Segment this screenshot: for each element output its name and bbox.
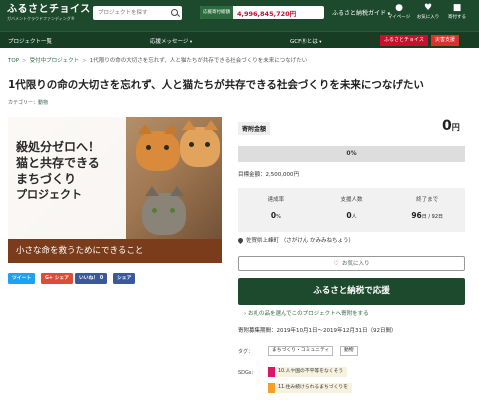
stat-achievement: 達成率 0% bbox=[238, 188, 314, 232]
search-input[interactable] bbox=[93, 6, 163, 20]
breadcrumb: TOP > 受付中プロジェクト >1代限りの命の大切さを忘れず、人と猫たちが共存できる… bbox=[8, 58, 308, 64]
hero-band-caption: 小さな命を救うためにできること bbox=[8, 239, 222, 263]
furusato-guide-menu[interactable]: ふるさと納税ガイド bbox=[332, 8, 390, 17]
category-label: カテゴリー： bbox=[8, 100, 39, 106]
total-donation-badge: 応援寄付総額 4,996,845,720円 bbox=[200, 6, 324, 19]
breadcrumb-current: 1代限りの命の大切さを忘れず、人と猫たちが共存できる社会づくりを未来につなげたい bbox=[89, 58, 308, 64]
search-icon[interactable] bbox=[171, 9, 178, 16]
kitten-orange-left bbox=[136, 124, 180, 171]
municipality-name: 佐賀県上峰町 （さがけん かみみねちょう） bbox=[246, 238, 354, 244]
list-icon: ■ bbox=[452, 3, 462, 13]
stat-label: 支援人数 bbox=[340, 197, 363, 203]
kitten-gray bbox=[142, 186, 186, 235]
sdgs-label: SDGs： bbox=[238, 370, 257, 376]
stat-label: 終了まで bbox=[416, 197, 439, 203]
mypage-link[interactable]: ● マイページ bbox=[385, 3, 413, 20]
nav-disaster-button[interactable]: 災害支援 bbox=[431, 35, 460, 46]
gplus-share-button[interactable]: G+ シェア bbox=[41, 273, 74, 284]
facebook-like-button[interactable]: いいね！ 0 bbox=[75, 273, 108, 284]
donate-list-link[interactable]: ■ 寄付する bbox=[443, 3, 471, 20]
sdg-11[interactable]: 11.住み続けられるまちづくりを bbox=[268, 383, 352, 393]
nav-messages[interactable]: 応援メッセージ bbox=[150, 37, 192, 45]
stat-value: 0% bbox=[270, 211, 281, 220]
nav-project-list[interactable]: プロジェクト一覧 bbox=[8, 37, 52, 45]
kitten-orange-right bbox=[180, 120, 220, 167]
tag-animals[interactable]: 動物 bbox=[340, 346, 358, 356]
funding-progress-bar: 0% bbox=[238, 146, 465, 162]
category: カテゴリー：動物 bbox=[8, 99, 48, 106]
total-donation-label: 応援寄付総額 bbox=[200, 6, 233, 19]
favorites-link[interactable]: ♥ お気に入り bbox=[414, 3, 442, 20]
tags-label: タグ： bbox=[238, 349, 254, 355]
logo-sub-text: ガバメントクラウドファンディング® bbox=[7, 16, 75, 21]
hero-line-2: 猫と共存できる bbox=[16, 156, 100, 170]
page-title: 1代限りの命の大切さを忘れず、人と猫たちが共存できる社会づくりを未来につなげたい bbox=[8, 79, 424, 91]
sdg-10-text: 10.人や国の不平等をなくそう bbox=[278, 369, 344, 374]
funding-progress-text: 0% bbox=[346, 150, 357, 157]
nav-about-gcf[interactable]: GCFⓇとは bbox=[290, 37, 321, 45]
favorites-label: お気に入り bbox=[416, 15, 440, 20]
donation-amount-unit: 円 bbox=[451, 123, 460, 132]
donate-button[interactable]: ふるさと納税で応援 bbox=[238, 278, 465, 305]
stat-days-left: 終了まで 96日 / 92日 bbox=[389, 188, 465, 232]
tag-community[interactable]: まちづくり・コミュニティ bbox=[268, 346, 334, 356]
breadcrumb-active-projects[interactable]: 受付中プロジェクト bbox=[30, 58, 80, 64]
facebook-share-button[interactable]: シェア bbox=[113, 273, 136, 284]
tweet-button[interactable]: ツイート bbox=[8, 273, 36, 284]
donate-list-label: 寄付する bbox=[448, 15, 466, 20]
funding-stats: 達成率 0% 支援人数 0人 終了まで 96日 / 92日 bbox=[238, 188, 465, 232]
donation-amount: 0円 bbox=[442, 118, 460, 134]
stat-supporters: 支援人数 0人 bbox=[314, 188, 390, 232]
location-pin-icon bbox=[236, 236, 245, 245]
sdg-10[interactable]: 10.人や国の不平等をなくそう bbox=[268, 367, 348, 377]
site-header: ふるさとチョイス ガバメントクラウドファンディング® 応援寄付総額 4,996,… bbox=[0, 0, 479, 31]
search-box[interactable] bbox=[93, 6, 182, 20]
donation-amount-label: 寄附金額 bbox=[238, 122, 271, 135]
heart-outline-icon: ♡ bbox=[333, 260, 339, 267]
hero-line-3: まちづくり bbox=[16, 172, 77, 186]
sdg-11-color bbox=[268, 383, 275, 393]
donation-period: 寄附募集期間：2019年10月1日～2019年12月31日（92日間） bbox=[238, 328, 397, 334]
logo-main-text: ふるさとチョイス bbox=[7, 4, 91, 15]
stat-value: 96日 / 92日 bbox=[411, 211, 444, 220]
sdg-11-text: 11.住み続けられるまちづくりを bbox=[278, 385, 348, 390]
site-logo[interactable]: ふるさとチョイス ガバメントクラウドファンディング® bbox=[7, 4, 91, 22]
stat-value: 0人 bbox=[346, 211, 357, 220]
breadcrumb-top[interactable]: TOP bbox=[8, 58, 19, 64]
donation-amount-value: 0 bbox=[442, 118, 452, 134]
sdg-10-color bbox=[268, 367, 275, 377]
mypage-label: マイページ bbox=[387, 15, 411, 20]
favorite-label: お気に入り bbox=[341, 261, 370, 267]
project-hero-image: 殺処分ゼロへ！ 猫と共存できる まちづくり プロジェクト 小さな命を救うためにで… bbox=[8, 117, 222, 263]
main-nav: プロジェクト一覧 応援メッセージ GCFⓇとは ふるさとチョイス 災害支援 bbox=[0, 31, 479, 48]
favorite-button[interactable]: ♡ お気に入り bbox=[238, 256, 465, 271]
total-donation-value: 4,996,845,720円 bbox=[237, 9, 297, 18]
heart-icon: ♥ bbox=[423, 3, 433, 13]
stat-label: 達成率 bbox=[267, 197, 285, 203]
hero-line-1: 殺処分ゼロへ！ bbox=[16, 140, 101, 154]
category-link[interactable]: 動物 bbox=[38, 100, 48, 106]
nav-choice-button[interactable]: ふるさとチョイス bbox=[380, 35, 428, 46]
gift-donation-link[interactable]: お礼の品を選んでこのプロジェクトへ寄附をする bbox=[244, 309, 369, 317]
goal-amount: 目標金額：2,500,000円 bbox=[238, 172, 299, 178]
hero-text-panel: 殺処分ゼロへ！ 猫と共存できる まちづくり プロジェクト bbox=[8, 117, 126, 239]
user-icon: ● bbox=[395, 3, 403, 13]
hero-headline: 殺処分ゼロへ！ 猫と共存できる まちづくり プロジェクト bbox=[16, 139, 100, 203]
municipality[interactable]: 佐賀県上峰町 （さがけん かみみねちょう） bbox=[236, 236, 354, 245]
hero-line-4: プロジェクト bbox=[16, 188, 82, 201]
